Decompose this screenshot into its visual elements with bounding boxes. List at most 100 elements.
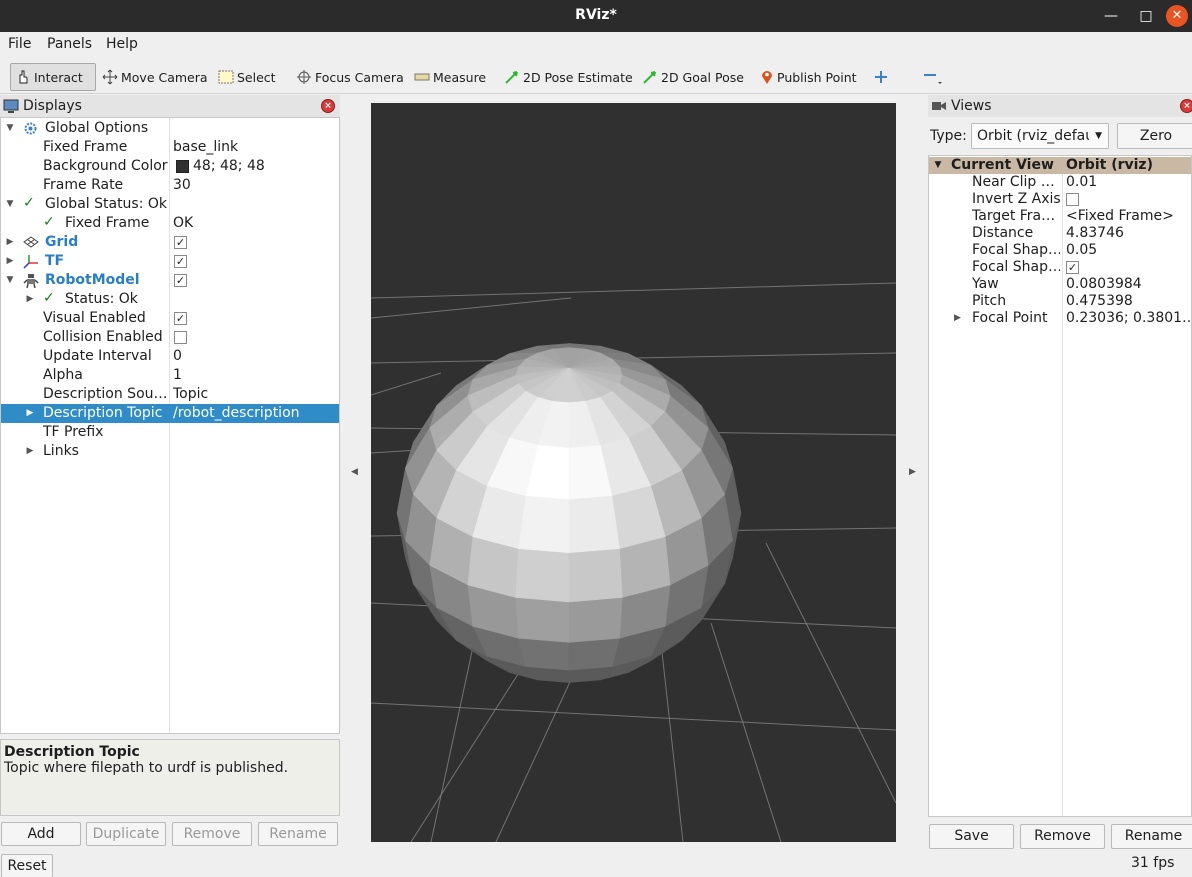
tree-row-background-color[interactable]: Background Color 48; 48; 48 <box>1 157 339 176</box>
tree-row-description-topic[interactable]: ▶ Description Topic /robot_description <box>1 404 339 423</box>
expand-arrow-icon[interactable]: ▼ <box>932 157 944 174</box>
add-button[interactable]: Add <box>1 822 81 846</box>
tree-row-alpha[interactable]: Alpha 1 <box>1 366 339 385</box>
views-row-focal-shape-fixed[interactable]: Focal Shap… ✓ <box>929 259 1191 276</box>
expand-arrow-icon[interactable]: ▼ <box>4 195 16 214</box>
zero-button[interactable]: Zero <box>1117 123 1192 149</box>
expand-arrow-icon[interactable]: ▶ <box>24 404 36 423</box>
views-row-distance[interactable]: Distance 4.83746 <box>929 225 1191 242</box>
tree-row-fixed-frame[interactable]: Fixed Frame base_link <box>1 138 339 157</box>
add-tool-button[interactable] <box>870 63 895 91</box>
collapse-left-icon[interactable]: ◀ <box>351 467 358 477</box>
target-frame-value[interactable]: <Fixed Frame> <box>1066 208 1174 224</box>
tree-row-status-fixed-frame[interactable]: ✓ Fixed Frame OK <box>1 214 339 233</box>
robot-icon <box>23 274 39 288</box>
interact-label: Interact <box>34 69 83 85</box>
fixed-frame-value[interactable]: base_link <box>173 139 238 155</box>
tree-row-global-options[interactable]: ▼ Global Options <box>1 119 339 138</box>
distance-value[interactable]: 4.83746 <box>1066 225 1124 241</box>
reset-button[interactable]: Reset <box>1 854 53 877</box>
rename-view-button[interactable]: Rename <box>1111 824 1192 849</box>
views-row-focal-shape-size[interactable]: Focal Shap… 0.05 <box>929 242 1191 259</box>
tree-row-robot-model[interactable]: ▼ RobotModel ✓ <box>1 271 339 290</box>
move-camera-tool-button[interactable]: Move Camera <box>98 63 212 91</box>
expand-arrow-icon[interactable]: ▼ <box>4 271 16 290</box>
expand-arrow-icon[interactable]: ▼ <box>4 119 16 138</box>
grid-line <box>371 702 896 731</box>
menu-file[interactable]: File <box>8 36 31 52</box>
grid-checkbox[interactable]: ✓ <box>174 236 187 249</box>
expand-arrow-icon[interactable]: ▶ <box>24 442 36 461</box>
focal-point-value[interactable]: 0.23036; 0.3801… <box>1066 310 1191 326</box>
invert-z-checkbox[interactable] <box>1066 193 1079 206</box>
alpha-value[interactable]: 1 <box>173 367 182 383</box>
views-row-focal-point[interactable]: ▶ Focal Point 0.23036; 0.3801… <box>929 310 1191 327</box>
interact-tool-button[interactable]: Interact <box>10 63 96 91</box>
tree-row-grid[interactable]: ▶ Grid ✓ <box>1 233 339 252</box>
update-interval-value[interactable]: 0 <box>173 348 182 364</box>
tree-label: Visual Enabled <box>43 310 146 326</box>
tree-row-update-interval[interactable]: Update Interval 0 <box>1 347 339 366</box>
expand-arrow-icon[interactable]: ▶ <box>24 290 36 309</box>
grid-line <box>660 642 684 842</box>
remove-display-button[interactable]: Remove <box>172 822 252 846</box>
collision-enabled-checkbox[interactable] <box>174 331 187 344</box>
rename-display-button[interactable]: Rename <box>258 822 338 846</box>
tree-row-robot-status[interactable]: ▶ ✓ Status: Ok <box>1 290 339 309</box>
tree-row-frame-rate[interactable]: Frame Rate 30 <box>1 176 339 195</box>
expand-arrow-icon[interactable]: ▶ <box>4 233 16 252</box>
publish-point-tool-button[interactable]: Publish Point <box>756 63 861 91</box>
tree-label: Collision Enabled <box>43 329 163 345</box>
monitor-icon <box>3 99 19 113</box>
collapse-right-icon[interactable]: ▶ <box>909 467 916 477</box>
frame-rate-value[interactable]: 30 <box>173 177 191 193</box>
yaw-value[interactable]: 0.0803984 <box>1066 276 1142 292</box>
expand-arrow-icon[interactable]: ▶ <box>954 310 961 327</box>
tree-row-collision-enabled[interactable]: Collision Enabled <box>1 328 339 347</box>
visual-enabled-checkbox[interactable]: ✓ <box>174 312 187 325</box>
maximize-icon[interactable]: □ <box>1135 5 1157 27</box>
remove-view-button[interactable]: Remove <box>1020 824 1105 849</box>
description-source-value[interactable]: Topic <box>173 386 208 402</box>
close-icon[interactable]: ✕ <box>1166 5 1188 27</box>
pitch-value[interactable]: 0.475398 <box>1066 293 1133 309</box>
map-pin-icon <box>762 71 772 84</box>
views-row-target-frame[interactable]: Target Fra… <Fixed Frame> <box>929 208 1191 225</box>
focal-shape-size-value[interactable]: 0.05 <box>1066 242 1097 258</box>
views-row-invert-z[interactable]: Invert Z Axis <box>929 191 1191 208</box>
color-swatch[interactable] <box>176 160 189 173</box>
close-icon[interactable]: × <box>321 99 335 113</box>
tree-row-global-status[interactable]: ▼ ✓ Global Status: Ok <box>1 195 339 214</box>
pose-estimate-tool-button[interactable]: 2D Pose Estimate <box>500 63 637 91</box>
description-box: Description Topic Topic where filepath t… <box>0 739 340 816</box>
focus-camera-tool-button[interactable]: Focus Camera <box>292 63 408 91</box>
close-icon[interactable]: × <box>1180 99 1192 113</box>
background-color-value[interactable]: 48; 48; 48 <box>193 158 265 174</box>
robot-model-checkbox[interactable]: ✓ <box>174 274 187 287</box>
tree-row-links[interactable]: ▶ Links <box>1 442 339 461</box>
near-clip-value[interactable]: 0.01 <box>1066 174 1097 190</box>
views-row-near-clip[interactable]: Near Clip … 0.01 <box>929 174 1191 191</box>
measure-tool-button[interactable]: Measure <box>410 63 490 91</box>
goal-pose-tool-button[interactable]: 2D Goal Pose <box>638 63 748 91</box>
focal-shape-fixed-checkbox[interactable]: ✓ <box>1066 261 1079 274</box>
save-view-button[interactable]: Save <box>929 824 1014 849</box>
minimize-icon[interactable]: — <box>1100 5 1122 27</box>
views-row-current-view[interactable]: ▼ Current View Orbit (rviz) <box>929 157 1191 174</box>
tree-row-description-source[interactable]: Description Sou… Topic <box>1 385 339 404</box>
description-topic-value[interactable]: /robot_description <box>173 405 300 421</box>
view-type-select[interactable]: Orbit (rviz_default_plugins) ▼ <box>971 123 1109 149</box>
tree-row-tf[interactable]: ▶ TF ✓ <box>1 252 339 271</box>
tree-row-tf-prefix[interactable]: TF Prefix <box>1 423 339 442</box>
tree-row-visual-enabled[interactable]: Visual Enabled ✓ <box>1 309 339 328</box>
views-row-yaw[interactable]: Yaw 0.0803984 <box>929 276 1191 293</box>
menu-help[interactable]: Help <box>106 36 138 52</box>
duplicate-button[interactable]: Duplicate <box>86 822 166 846</box>
render-viewport[interactable] <box>371 103 896 842</box>
expand-arrow-icon[interactable]: ▶ <box>4 252 16 271</box>
select-tool-button[interactable]: Select <box>214 63 280 91</box>
tf-checkbox[interactable]: ✓ <box>174 255 187 268</box>
remove-tool-button[interactable] <box>918 63 951 91</box>
menu-panels[interactable]: Panels <box>47 36 92 52</box>
views-row-pitch[interactable]: Pitch 0.475398 <box>929 293 1191 310</box>
